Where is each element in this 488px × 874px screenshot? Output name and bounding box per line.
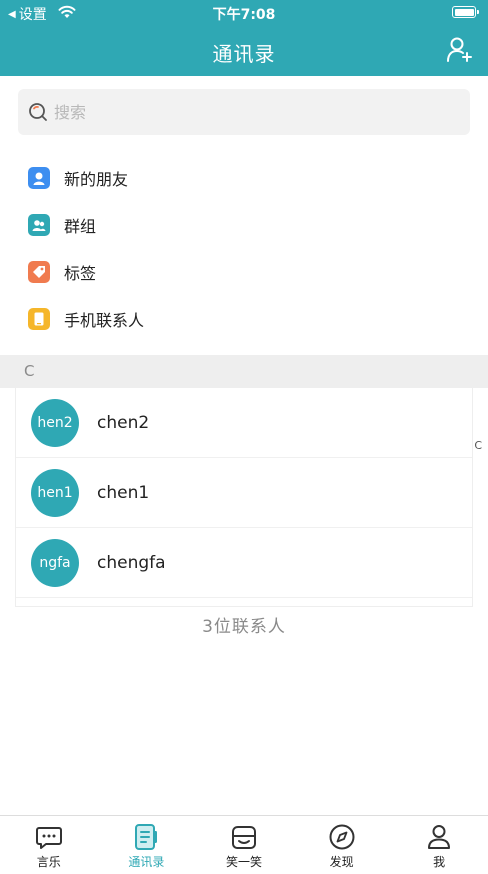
- add-user-icon[interactable]: [446, 36, 474, 64]
- page-title: 通讯录: [212, 42, 276, 66]
- tag-icon: [28, 260, 50, 283]
- new-friend-icon: [28, 166, 50, 189]
- contact-name: chen1: [97, 482, 150, 503]
- contact-list: hen2 chen2 hen1 chen1 ngfa chengfa: [15, 388, 473, 607]
- menu-item-phone-contacts[interactable]: 手机联系人: [0, 295, 488, 342]
- header: ◀ 设置 下午7:08 通讯录: [0, 0, 488, 76]
- tab-label: 通讯录: [128, 855, 165, 869]
- group-icon: [28, 213, 50, 236]
- menu-item-label: 标签: [64, 263, 97, 283]
- status-bar: ◀ 设置 下午7:08: [0, 0, 488, 26]
- phone-contacts-icon: [28, 307, 50, 330]
- tab-bar: 言乐 通讯录 笑一笑 发现 我: [0, 815, 488, 874]
- avatar: ngfa: [31, 538, 79, 587]
- tab-messages[interactable]: 言乐: [0, 816, 98, 874]
- tab-label: 笑一笑: [225, 855, 262, 869]
- avatar: hen1: [31, 468, 79, 517]
- contact-count: 3位联系人: [202, 617, 286, 637]
- search-bar[interactable]: [18, 89, 470, 135]
- tab-discover[interactable]: 发现: [293, 816, 391, 874]
- contact-row[interactable]: ngfa chengfa: [16, 528, 472, 598]
- menu-item-label: 手机联系人: [64, 310, 145, 330]
- contacts-icon: [135, 824, 158, 850]
- menu-item-groups[interactable]: 群组: [0, 201, 488, 248]
- person-icon: [428, 825, 451, 849]
- tab-label: 言乐: [36, 855, 61, 869]
- menu-item-new-friends[interactable]: 新的朋友: [0, 154, 488, 201]
- search-icon: [29, 103, 47, 121]
- index-bar-letter[interactable]: C: [474, 439, 482, 452]
- contact-name: chen2: [97, 412, 150, 433]
- tab-me[interactable]: 我: [390, 816, 488, 874]
- contact-row[interactable]: hen1 chen1: [16, 458, 472, 528]
- contact-row[interactable]: hen2 chen2: [16, 388, 472, 458]
- contacts-menu: 新的朋友 群组 标签 手机联系人: [0, 154, 488, 342]
- status-time: 下午7:08: [212, 7, 276, 23]
- battery-icon: [452, 6, 479, 18]
- section-header: C: [0, 355, 488, 388]
- tab-label: 发现: [329, 855, 354, 869]
- search-input[interactable]: [54, 102, 434, 122]
- menu-item-label: 新的朋友: [64, 169, 129, 189]
- menu-item-label: 群组: [64, 216, 97, 236]
- compass-icon: [329, 824, 355, 850]
- avatar: hen2: [31, 398, 79, 447]
- tab-contacts[interactable]: 通讯录: [98, 816, 196, 874]
- tab-label: 我: [433, 855, 446, 869]
- menu-item-tags[interactable]: 标签: [0, 248, 488, 295]
- smile-icon: [231, 826, 256, 849]
- contact-name: chengfa: [97, 552, 166, 573]
- chat-icon: [35, 827, 62, 849]
- tab-smile[interactable]: 笑一笑: [195, 816, 293, 874]
